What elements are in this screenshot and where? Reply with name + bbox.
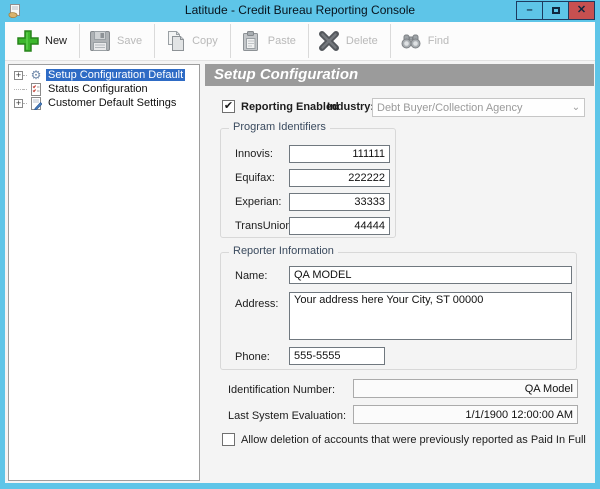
tree-item-status-configuration[interactable]: Status Configuration [9,82,199,96]
status-configuration-checklist-icon [29,82,43,96]
main-panel: Setup Configuration ✔ Reporting Enabled … [205,64,594,481]
new-button[interactable]: New [11,24,76,58]
last-system-evaluation-field [353,405,578,424]
copy-icon [162,28,188,54]
innovis-label: Innovis: [235,148,273,160]
app-window: Latitude - Credit Bureau Reporting Conso… [0,0,600,489]
experian-label: Experian: [235,196,282,208]
tree-item-label[interactable]: Status Configuration [46,83,150,95]
experian-input[interactable] [289,193,390,211]
tree-connector [23,102,27,104]
transunion-input[interactable] [289,217,390,235]
toolbar-separator [389,24,391,58]
tree-connector [14,89,23,90]
save-button-label: Save [117,35,143,47]
paste-button[interactable]: Paste [234,24,305,58]
copy-button[interactable]: Copy [158,24,227,58]
window-controls: – ✕ [516,1,595,20]
tree-item-customer-default-settings[interactable]: + Customer Default Settings [9,96,199,110]
transunion-label: TransUnion: [235,220,295,232]
allow-deletion-checkbox[interactable] [222,433,235,446]
paste-button-label: Paste [267,35,296,47]
navigation-tree: + ⚙ Setup Configuration Default Status C… [8,64,200,481]
checkmark-icon: ✔ [223,100,234,112]
identification-number-label: Identification Number: [228,384,335,396]
identification-number-field [353,379,578,398]
industry-label: Industry: [327,101,375,113]
find-button[interactable]: Find [394,24,458,58]
find-icon [398,28,424,54]
maximize-button[interactable] [542,1,569,20]
toolbar-separator [154,24,156,58]
copy-button-label: Copy [192,35,218,47]
tree-item-setup-configuration-default[interactable]: + ⚙ Setup Configuration Default [9,68,199,82]
name-label: Name: [235,270,268,282]
allow-deletion-label: Allow deletion of accounts that were pre… [241,434,586,446]
address-input[interactable]: Your address here Your City, ST 00000 [289,292,572,340]
setup-configuration-gear-icon: ⚙ [30,68,42,82]
equifax-label: Equifax: [235,172,275,184]
reporting-enabled-label: Reporting Enabled [241,101,339,113]
address-label: Address: [235,298,279,310]
toolbar-separator [229,24,231,58]
program-identifiers-title: Program Identifiers [229,121,330,133]
panel-title: Setup Configuration [205,64,594,86]
industry-dropdown[interactable]: Debt Buyer/Collection Agency ⌄ [372,98,585,117]
toolbar-separator [307,24,309,58]
phone-input[interactable] [289,347,385,365]
titlebar: Latitude - Credit Bureau Reporting Conso… [0,0,600,22]
window-content: New Save Copy Paste Delete Find + ⚙ Setu… [5,22,595,483]
industry-dropdown-value: Debt Buyer/Collection Agency [377,101,523,114]
name-input[interactable] [289,266,572,284]
find-button-label: Find [427,35,450,47]
delete-icon [316,28,342,54]
reporter-information-title: Reporter Information [229,245,338,257]
delete-button[interactable]: Delete [312,24,387,58]
save-icon [87,28,113,54]
minimize-icon: – [526,4,533,16]
reporter-information-group: Reporter Information Name: Address: Your… [220,245,577,370]
chevron-down-icon: ⌄ [571,101,581,113]
save-button[interactable]: Save [83,24,151,58]
close-icon: ✕ [576,4,587,16]
equifax-input[interactable] [289,169,390,187]
minimize-button[interactable]: – [516,1,543,20]
innovis-input[interactable] [289,145,390,163]
maximize-icon [551,7,560,14]
tree-connector [23,74,27,76]
program-identifiers-group: Program Identifiers Innovis: Equifax: Ex… [220,121,396,238]
expand-plus-icon[interactable]: + [14,98,23,108]
window-title: Latitude - Credit Bureau Reporting Conso… [184,3,416,17]
delete-button-label: Delete [345,35,378,47]
toolbar-separator [79,24,81,58]
expand-plus-icon[interactable]: + [14,70,23,80]
reporting-enabled-checkbox[interactable]: ✔ [222,100,235,113]
tree-item-label[interactable]: Setup Configuration Default [46,69,186,81]
customer-default-settings-document-icon [29,96,43,110]
toolbar: New Save Copy Paste Delete Find [5,22,595,61]
last-system-evaluation-label: Last System Evaluation: [228,410,347,422]
new-button-label: New [45,35,68,47]
phone-label: Phone: [235,351,270,363]
new-icon [15,28,41,54]
tree-connector [23,88,27,90]
tree-item-label[interactable]: Customer Default Settings [46,97,178,109]
paste-icon [238,28,264,54]
close-button[interactable]: ✕ [568,1,595,20]
